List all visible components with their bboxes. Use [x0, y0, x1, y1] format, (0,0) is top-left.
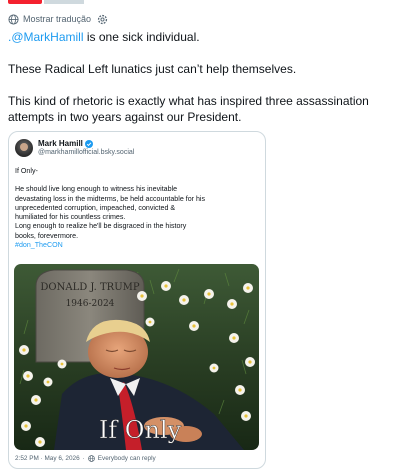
tweet-paragraph-3: This kind of rhetoric is exactly what ha… — [8, 94, 392, 125]
post-image-illustration: DONALD J. TRUMP 1946-2024 If Only — [14, 264, 259, 450]
translate-row[interactable]: Mostrar tradução — [8, 12, 108, 26]
reply-setting-label: Everybody can reply — [97, 455, 156, 462]
post-line: He should live long enough to witness hi… — [15, 185, 178, 194]
post-line: devastating loss in the midterms, be hel… — [15, 194, 206, 203]
tweet-text-segment: These Radical Left lunatics just can’t h… — [8, 62, 297, 76]
post-line: If Only- — [15, 167, 38, 175]
image-caption: If Only — [99, 416, 182, 444]
mention-link[interactable]: .@MarkHamill — [8, 30, 84, 44]
active-tab-indicator — [8, 0, 42, 4]
quoted-post-footer: 2:52 PM · May 6, 2026 · Everybody can re… — [15, 455, 156, 462]
quoted-post-card[interactable]: Mark Hamill @markhamillofficial.bsky.soc… — [8, 131, 266, 469]
hashtag-link[interactable]: #don_TheCON — [15, 241, 259, 250]
translate-link[interactable]: Mostrar tradução — [23, 14, 91, 24]
quoted-post: Mark Hamill @markhamillofficial.bsky.soc… — [15, 137, 259, 250]
post-timestamp[interactable]: 2:52 PM · May 6, 2026 — [15, 455, 80, 462]
verified-badge-icon — [84, 139, 93, 148]
headstone-years: 1946-2024 — [66, 299, 115, 309]
quoted-post-body: If Only- He should live long enough to w… — [15, 167, 259, 250]
author-name-line: Mark Hamill — [38, 139, 134, 148]
post-line: humiliated for his countless crimes. — [15, 213, 126, 222]
tab-indicator — [44, 0, 84, 4]
post-image[interactable]: DONALD J. TRUMP 1946-2024 If Only — [14, 264, 259, 450]
globe-icon — [8, 13, 19, 25]
reply-setting-icon — [88, 455, 95, 462]
author-block: Mark Hamill @markhamillofficial.bsky.soc… — [38, 139, 134, 157]
line-spacer — [15, 176, 259, 185]
quoted-post-header: Mark Hamill @markhamillofficial.bsky.soc… — [15, 137, 259, 159]
gear-icon[interactable] — [97, 14, 108, 25]
author-handle: @markhamillofficial.bsky.social — [38, 149, 135, 156]
tweet-paragraph-2: These Radical Left lunatics just can’t h… — [8, 62, 392, 78]
tweet-text-line: This kind of rhetoric is exactly what ha… — [8, 94, 369, 108]
headstone-name: DONALD J. TRUMP — [40, 282, 139, 293]
avatar[interactable] — [15, 139, 33, 157]
tweet-text-segment: is one sick individual. — [83, 30, 200, 44]
post-line: unprecedented corruption, impeached, con… — [15, 203, 176, 212]
post-line: Long enough to realize he'll be disgrace… — [15, 222, 187, 231]
footer-separator: · — [82, 455, 85, 462]
top-tab-strip — [0, 0, 399, 6]
tweet-paragraph-1: .@MarkHamill is one sick individual. — [8, 30, 392, 46]
tweet-text-line: attempts in two years against our Presid… — [8, 109, 242, 124]
post-line: books, forevermore. — [15, 231, 79, 240]
author-name[interactable]: Mark Hamill — [38, 139, 83, 148]
